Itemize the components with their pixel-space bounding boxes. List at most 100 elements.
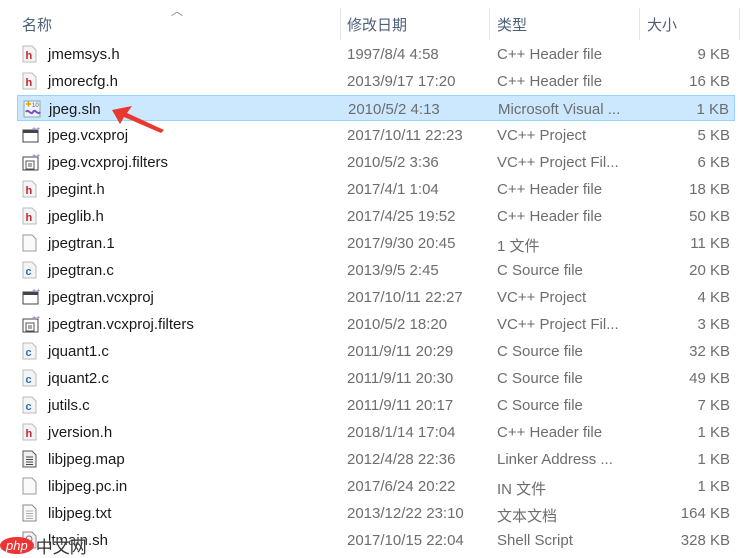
file-type: VC++ Project Fil...	[497, 316, 619, 333]
file-type: C Source file	[497, 343, 583, 360]
svg-text:10: 10	[32, 103, 39, 109]
file-row[interactable]: libjpeg.map 2012/4/28 22:36 Linker Addre…	[17, 446, 735, 472]
file-date: 2012/4/28 22:36	[347, 451, 456, 468]
file-row[interactable]: ltmain.sh 2017/10/15 22:04 Shell Script …	[17, 527, 735, 553]
file-row[interactable]: ++ jpeg.vcxproj.filters 2010/5/2 3:36 VC…	[17, 149, 735, 175]
file-date: 2018/1/14 17:04	[347, 424, 456, 441]
h-file-icon: h	[22, 423, 37, 441]
file-name: jpegtran.vcxproj.filters	[48, 316, 194, 333]
column-date[interactable]: 修改日期	[347, 14, 407, 35]
file-date: 2017/10/11 22:23	[347, 127, 463, 144]
file-row[interactable]: c jquant2.c 2011/9/11 20:30 C Source fil…	[17, 365, 735, 391]
file-type: C Source file	[497, 397, 583, 414]
file-row[interactable]: h jmorecfg.h 2013/9/17 17:20 C++ Header …	[17, 68, 735, 94]
file-row[interactable]: jpegtran.1 2017/9/30 20:45 1 文件 11 KB	[17, 230, 735, 256]
file-type: C Source file	[497, 370, 583, 387]
column-type[interactable]: 类型	[497, 14, 527, 35]
file-type: 文本文档	[497, 508, 558, 525]
file-date: 2013/9/5 2:45	[347, 262, 439, 279]
column-divider[interactable]	[340, 8, 341, 40]
file-name: libjpeg.map	[48, 451, 125, 468]
file-date: 2017/9/30 20:45	[347, 235, 456, 252]
column-divider[interactable]	[639, 8, 640, 40]
svg-text:++: ++	[32, 288, 40, 295]
file-size: 18 KB	[689, 181, 730, 198]
file-type: C++ Header file	[497, 73, 603, 90]
file-size: 1 KB	[697, 424, 730, 441]
h-file-icon: h	[22, 72, 37, 90]
h-file-icon: h	[22, 207, 37, 225]
map-file-icon	[22, 450, 37, 468]
file-name: jmorecfg.h	[48, 73, 119, 90]
file-size: 16 KB	[689, 73, 730, 90]
column-header: ︿ 名称 修改日期 类型 大小	[0, 0, 755, 41]
file-name: jquant2.c	[48, 370, 109, 387]
file-name: jquant1.c	[48, 343, 109, 360]
proj-file-icon: ++	[22, 288, 40, 306]
file-row[interactable]: h jversion.h 2018/1/14 17:04 C++ Header …	[17, 419, 735, 445]
svg-text:c: c	[26, 347, 32, 359]
file-size: 9 KB	[697, 46, 730, 63]
file-file-icon	[22, 234, 37, 252]
filters-file-icon: ++	[22, 153, 40, 171]
file-date: 2010/5/2 18:20	[347, 316, 448, 333]
svg-text:++: ++	[32, 153, 40, 160]
column-name[interactable]: 名称	[22, 14, 52, 35]
sln-file-icon: 10	[23, 100, 41, 118]
svg-text:h: h	[26, 428, 33, 440]
column-divider[interactable]	[489, 8, 490, 40]
svg-text:c: c	[26, 266, 32, 278]
file-type: Linker Address ...	[497, 451, 613, 468]
svg-text:c: c	[26, 374, 32, 386]
file-date: 2017/10/11 22:27	[347, 289, 463, 306]
file-row[interactable]: ++ jpegtran.vcxproj 2017/10/11 22:27 VC+…	[17, 284, 735, 310]
file-row[interactable]: ++ jpegtran.vcxproj.filters 2010/5/2 18:…	[17, 311, 735, 337]
file-type: VC++ Project Fil...	[497, 154, 619, 171]
file-size: 3 KB	[697, 316, 730, 333]
file-type: VC++ Project	[497, 289, 587, 306]
file-size: 328 KB	[680, 532, 730, 549]
file-type: IN 文件	[497, 481, 547, 498]
file-date: 2013/12/22 23:10	[347, 505, 464, 522]
c-file-icon: c	[22, 369, 37, 387]
file-name: jpegtran.vcxproj	[48, 289, 154, 306]
file-row[interactable]: c jpegtran.c 2013/9/5 2:45 C Source file…	[17, 257, 735, 283]
file-row[interactable]: c jquant1.c 2011/9/11 20:29 C Source fil…	[17, 338, 735, 364]
file-name: libjpeg.pc.in	[48, 478, 128, 495]
file-row[interactable]: h jpeglib.h 2017/4/25 19:52 C++ Header f…	[17, 203, 735, 229]
file-row[interactable]: c jutils.c 2011/9/11 20:17 C Source file…	[17, 392, 735, 418]
file-type: VC++ Project	[497, 127, 587, 144]
column-size[interactable]: 大小	[647, 14, 677, 35]
column-divider[interactable]	[739, 8, 740, 40]
h-file-icon: h	[22, 180, 37, 198]
file-row[interactable]: h jpegint.h 2017/4/1 1:04 C++ Header fil…	[17, 176, 735, 202]
svg-text:h: h	[26, 50, 33, 62]
file-type: C++ Header file	[497, 181, 603, 198]
c-file-icon: c	[22, 396, 37, 414]
file-date: 2011/9/11 20:17	[347, 397, 454, 414]
svg-text:h: h	[26, 77, 33, 89]
file-name: jutils.c	[48, 397, 90, 414]
file-row[interactable]: libjpeg.txt 2013/12/22 23:10 文本文档 164 KB	[17, 500, 735, 526]
file-row[interactable]: h jmemsys.h 1997/8/4 4:58 C++ Header fil…	[17, 41, 735, 67]
file-type: C++ Header file	[497, 208, 603, 225]
file-size: 1 KB	[697, 478, 730, 495]
file-name: jmemsys.h	[48, 46, 120, 63]
sort-ascending-icon: ︿	[171, 4, 184, 18]
file-type: C++ Header file	[497, 46, 603, 63]
svg-text:h: h	[26, 212, 33, 224]
file-row[interactable]: libjpeg.pc.in 2017/6/24 20:22 IN 文件 1 KB	[17, 473, 735, 499]
svg-text:++: ++	[32, 315, 40, 322]
file-size: 50 KB	[689, 208, 730, 225]
c-file-icon: c	[22, 261, 37, 279]
svg-text:c: c	[26, 401, 32, 413]
watermark: php 中文网	[0, 533, 87, 558]
file-size: 6 KB	[697, 154, 730, 171]
file-size: 1 KB	[697, 451, 730, 468]
file-file-icon	[22, 477, 37, 495]
file-size: 4 KB	[697, 289, 730, 306]
file-date: 2013/9/17 17:20	[347, 73, 456, 90]
file-size: 164 KB	[680, 505, 730, 522]
file-size: 5 KB	[697, 127, 730, 144]
file-name: libjpeg.txt	[48, 505, 112, 522]
